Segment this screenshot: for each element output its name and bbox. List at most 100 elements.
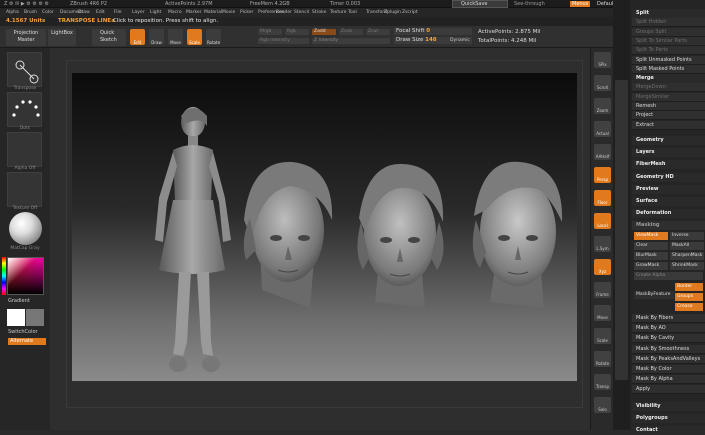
menu-picker[interactable]: Picker: [240, 10, 253, 15]
menu-draw[interactable]: Draw: [78, 10, 90, 15]
z-intensity-slider[interactable]: Z Intensity: [312, 38, 390, 44]
menu-texture[interactable]: Texture: [330, 10, 346, 15]
shelf-aahalf-button[interactable]: AAHalf: [594, 144, 611, 160]
color-picker[interactable]: [7, 257, 44, 295]
mask-inverse-button[interactable]: Inverse: [670, 232, 704, 240]
mask-maskall-button[interactable]: MaskAll: [670, 242, 704, 250]
menu-macro[interactable]: Macro: [168, 10, 182, 15]
subtool-split-to-parts[interactable]: Split To Parts: [632, 46, 705, 56]
section-layers[interactable]: Layers: [632, 148, 705, 158]
menu-alpha[interactable]: Alpha: [6, 10, 19, 15]
subtool-split-unmasked-points[interactable]: Split Unmasked Points: [632, 55, 705, 65]
menu-tool[interactable]: Tool: [348, 10, 357, 15]
menu-color[interactable]: Color: [42, 10, 54, 15]
menu-stroke[interactable]: Stroke: [312, 10, 326, 15]
shelf-move-button[interactable]: Move: [594, 305, 611, 321]
hue-strip[interactable]: [2, 257, 6, 295]
shelf-spix-button[interactable]: SPix: [594, 52, 611, 68]
menu-file[interactable]: File: [114, 10, 122, 15]
shelf-solo-button[interactable]: Solo: [594, 397, 611, 413]
subtool-split[interactable]: Split: [632, 9, 705, 18]
shelf-frame-button[interactable]: Frame: [594, 282, 611, 298]
menu-marker[interactable]: Marker: [186, 10, 202, 15]
subtool-split-masked-points[interactable]: Split Masked Points: [632, 64, 705, 74]
subtool-split-to-similar-parts[interactable]: Split To Similar Parts: [632, 36, 705, 46]
tool-scale-button[interactable]: Scale: [187, 29, 202, 45]
quicksave-button[interactable]: QuickSave: [452, 0, 508, 8]
shelf-scroll-button[interactable]: Scroll: [594, 75, 611, 91]
mask-clear-button[interactable]: Clear: [634, 242, 668, 250]
shelf-scale-button[interactable]: Scale: [594, 328, 611, 344]
mask-by-alpha-button[interactable]: Mask By Alpha: [632, 375, 705, 385]
quick-sketch-button[interactable]: Quick Sketch: [92, 29, 126, 46]
rgb-toggle[interactable]: Rgb: [285, 29, 309, 35]
section-geometry-hd[interactable]: Geometry HD: [632, 172, 705, 182]
shelf-floor-button[interactable]: Floor: [594, 190, 611, 206]
mask-by-ao-button[interactable]: Mask By AO: [632, 324, 705, 334]
focal-shift-slider[interactable]: Focal Shift 0: [394, 28, 472, 35]
section-contact[interactable]: Contact: [632, 426, 705, 435]
material-sphere[interactable]: [9, 212, 42, 245]
secondary-color-swatch[interactable]: [26, 309, 44, 326]
mask-by-color-button[interactable]: Mask By Color: [632, 365, 705, 374]
shelf-local-button[interactable]: Local: [594, 213, 611, 229]
subtool-groups-split[interactable]: Groups Split: [632, 27, 705, 37]
menu-material[interactable]: Material: [204, 10, 222, 15]
section-surface[interactable]: Surface: [632, 197, 705, 206]
zadd-toggle[interactable]: Zadd: [312, 29, 336, 35]
texture-selector[interactable]: [7, 172, 42, 207]
shelf-zoom-button[interactable]: Zoom: [594, 98, 611, 114]
stroke-selector[interactable]: [7, 92, 42, 127]
menu-stencil[interactable]: Stencil: [294, 10, 309, 15]
title-bar-icons[interactable]: Z ⚙ ✉ ▶ ⚙ ⚙ ⚙ ⚙: [4, 1, 49, 7]
full-body-figure[interactable]: [145, 102, 240, 382]
menu-light[interactable]: Light: [150, 10, 161, 15]
crease-toggle[interactable]: Crease: [675, 303, 703, 311]
rgb-intensity-slider[interactable]: Rgb Intensity: [258, 38, 309, 44]
mask-by-peaksandvalleys-button[interactable]: Mask By PeaksAndValleys: [632, 354, 705, 364]
subtool-project[interactable]: Project: [632, 111, 705, 121]
section-deformation[interactable]: Deformation: [632, 209, 705, 219]
mask-blurmask-button[interactable]: BlurMask: [634, 252, 668, 260]
tray-scrollbar[interactable]: [615, 80, 628, 380]
shelf-actual-button[interactable]: Actual: [594, 121, 611, 137]
groups-toggle[interactable]: Groups: [675, 293, 703, 301]
section-fibermesh[interactable]: FiberMesh: [632, 160, 705, 170]
subtool-split-hidden[interactable]: Split Hidden: [632, 18, 705, 28]
shelf-persp-button[interactable]: Persp: [594, 167, 611, 183]
zcut-toggle[interactable]: Zcut: [366, 29, 390, 35]
create-alpha-button[interactable]: Create Alpha: [634, 272, 703, 280]
subtool-mergedown[interactable]: MergeDown: [632, 83, 705, 93]
head-sculpt-1[interactable]: [230, 160, 340, 310]
apply-button[interactable]: Apply: [632, 385, 705, 395]
menu-zscript[interactable]: Zscript: [402, 10, 418, 15]
menu-render[interactable]: Render: [276, 10, 292, 15]
tool-move-button[interactable]: Move: [168, 29, 183, 45]
shelf-lsym-button[interactable]: L.Sym: [594, 236, 611, 252]
alpha-selector[interactable]: [7, 132, 42, 167]
tool-draw-button[interactable]: Draw: [149, 29, 164, 45]
switch-color-button[interactable]: SwitchColor: [8, 329, 38, 335]
border-toggle[interactable]: Border: [675, 283, 703, 291]
tool-edit-button[interactable]: Edit: [130, 29, 145, 45]
alternate-button[interactable]: Alternate: [8, 338, 46, 345]
mrgb-toggle[interactable]: Mrgb: [258, 29, 282, 35]
mask-by-cavity-button[interactable]: Mask By Cavity: [632, 334, 705, 344]
shelf-xyz-button[interactable]: Xyz: [594, 259, 611, 275]
subtool-merge[interactable]: Merge: [632, 74, 705, 84]
mask-by-smoothness-button[interactable]: Mask By Smoothness: [632, 344, 705, 354]
subtool-mergesimilar[interactable]: MergeSimilar: [632, 92, 705, 102]
menu-zplugin[interactable]: Zplugin: [384, 10, 401, 15]
head-sculpt-3[interactable]: [460, 160, 572, 312]
menu-brush[interactable]: Brush: [24, 10, 37, 15]
dynamic-toggle[interactable]: Dynamic: [450, 38, 470, 43]
subtool-extract[interactable]: Extract: [632, 120, 705, 130]
see-through-slider[interactable]: See-through: [514, 1, 545, 7]
menu-movie[interactable]: Movie: [222, 10, 235, 15]
subtool-remesh[interactable]: Remesh: [632, 102, 705, 111]
mask-sharpenmask-button[interactable]: SharpenMask: [670, 252, 704, 260]
mask-by-feature-button[interactable]: MaskByFeature: [634, 291, 674, 299]
mask-growmask-button[interactable]: GrowMask: [634, 262, 668, 270]
menus-button[interactable]: Menus: [570, 1, 591, 7]
mask-by-fibers-button[interactable]: Mask By Fibers: [632, 314, 705, 323]
